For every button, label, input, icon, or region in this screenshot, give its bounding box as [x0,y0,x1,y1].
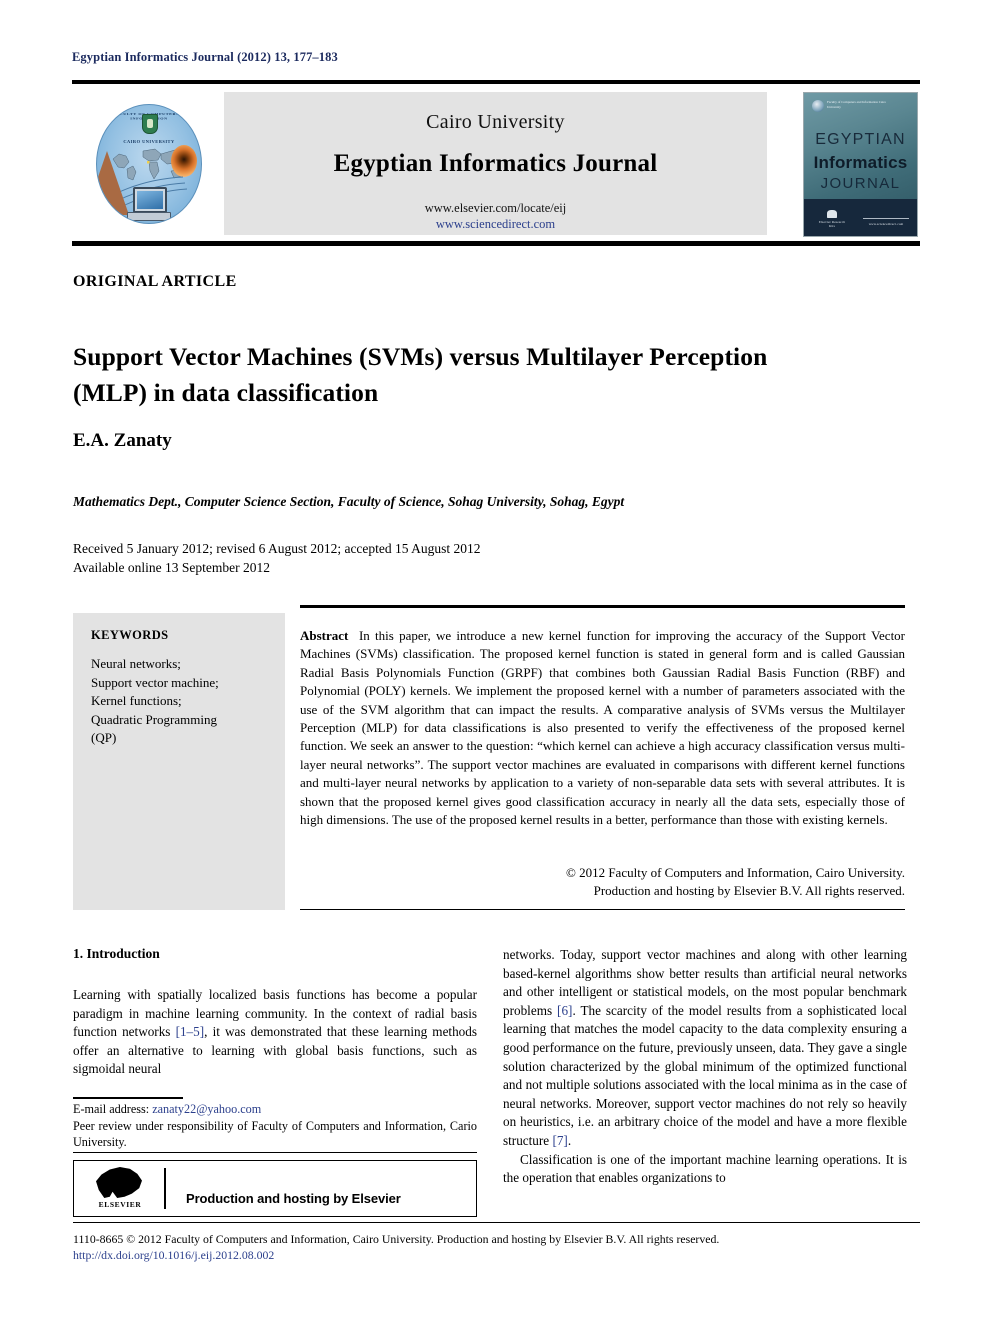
cairo-university-seal-icon: FACULTY OF COMPUTERS & INFORMATION CAIRO… [96,104,202,224]
computer-monitor-icon [133,187,167,213]
section-heading-introduction: 1. Introduction [73,946,160,961]
page-footer-rule [73,1222,920,1223]
elsevier-wordmark: ELSEVIER [98,1200,142,1209]
cover-line-egyptian: EGYPTIAN [815,131,906,148]
masthead-elsevier-url[interactable]: www.elsevier.com/locate/eij [224,201,767,216]
cover-footer-left-text: Elsevier Research Kits [818,220,846,228]
masthead: FACULTY OF COMPUTERS & INFORMATION CAIRO… [72,88,920,238]
paragraph-1: networks. Today, support vector machines… [503,946,907,1151]
footnote-bottom-rule [73,1152,477,1153]
cover-seal-icon [812,100,824,112]
abstract-top-rule [300,605,905,608]
article-dates: Received 5 January 2012; revised 6 Augus… [73,539,481,577]
available-online-line: Available online 13 September 2012 [73,560,270,575]
keyboard-icon [127,212,171,221]
body-column-right: networks. Today, support vector machines… [503,946,907,1188]
footnote-rule [73,1097,183,1099]
abstract-label: Abstract [300,628,349,643]
keywords-heading: KEYWORDS [91,628,169,642]
masthead-top-rule [72,80,920,84]
doi-link[interactable]: http://dx.doi.org/10.1016/j.eij.2012.08.… [73,1248,274,1263]
footnote-block: E-mail address: zanaty22@yahoo.com Peer … [73,1101,477,1151]
masthead-publisher: Cairo University [426,111,565,133]
abstract-bottom-rule [300,909,905,910]
masthead-bottom-rule [72,241,920,246]
masthead-center-panel: Cairo University Egyptian Informatics Jo… [224,92,767,235]
masthead-sciencedirect-url[interactable]: www.sciencedirect.com [224,217,767,232]
cairo-university-logo: FACULTY OF COMPUTERS & INFORMATION CAIRO… [86,92,204,234]
citation-7[interactable]: [7] [552,1133,567,1148]
elsevier-tree-icon [96,1167,142,1198]
received-line: Received 5 January 2012; revised 6 Augus… [73,541,481,556]
pyramid-small-icon [97,175,107,219]
elsevier-hosting-banner: ELSEVIER Production and hosting by Elsev… [73,1160,477,1217]
elsevier-tree-icon [827,210,837,218]
keywords-panel: KEYWORDS Neural networks; Support vector … [73,613,285,910]
article-type-label: ORIGINAL ARTICLE [73,273,237,290]
keywords-list: Neural networks; Support vector machine; K… [91,656,219,745]
cover-footer-divider [863,218,909,219]
body-column-left: Learning with spatially localized basis … [73,986,477,1079]
banner-divider [164,1168,166,1209]
peer-review-note: Peer review under responsibility of Facu… [73,1118,477,1150]
paragraph-2: Classification is one of the important m… [503,1151,907,1186]
cover-line-informatics: Informatics [813,153,908,172]
email-label: E-mail address: [73,1102,153,1116]
running-head: Egyptian Informatics Journal (2012) 13, … [72,50,338,64]
cover-line-journal: JOURNAL [820,175,901,192]
cover-elsevier-logo-icon: Elsevier Research Kits [818,210,846,228]
copyright-line-2: Production and hosting by Elsevier B.V. … [593,883,905,899]
citation-6[interactable]: [6] [557,1003,572,1018]
cover-footer-right: www.sciencedirect.com [863,218,909,226]
copyright-line-1: © 2012 Faculty of Computers and Informat… [565,865,905,880]
masthead-journal-title: Egyptian Informatics Journal [333,150,658,177]
para1-part2: . The scarcity of the model results from… [503,1002,907,1148]
email-link[interactable]: zanaty22@yahoo.com [152,1102,261,1116]
page-title: Support Vector Machines (SVMs) versus Mu… [73,342,768,408]
para1-part3: . [567,1132,572,1148]
abstract-copyright: © 2012 Faculty of Computers and Informat… [300,864,905,901]
cover-badge-text: Faculty of Computers and Information Cai… [827,100,887,109]
elsevier-banner-text: Production and hosting by Elsevier [186,1191,401,1206]
cover-footer-right-text: www.sciencedirect.com [868,222,904,226]
cover-bottom-band: Elsevier Research Kits www.sciencedirect… [804,199,917,236]
journal-article-page: Egyptian Informatics Journal (2012) 13, … [0,0,992,1323]
elsevier-logo: ELSEVIER [90,1167,150,1210]
citation-1-5[interactable]: [1–5] [176,1024,205,1039]
page-footer-copyright: 1110-8665 © 2012 Faculty of Computers an… [73,1232,720,1246]
abstract-block: Abstract In this paper, we introduce a n… [300,627,905,829]
abstract-text: In this paper, we introduce a new kernel… [300,628,906,828]
author-name: E.A. Zanaty [73,430,172,451]
author-affiliation: Mathematics Dept., Computer Science Sect… [73,494,625,509]
journal-cover-thumbnail: Faculty of Computers and Information Cai… [803,92,918,237]
